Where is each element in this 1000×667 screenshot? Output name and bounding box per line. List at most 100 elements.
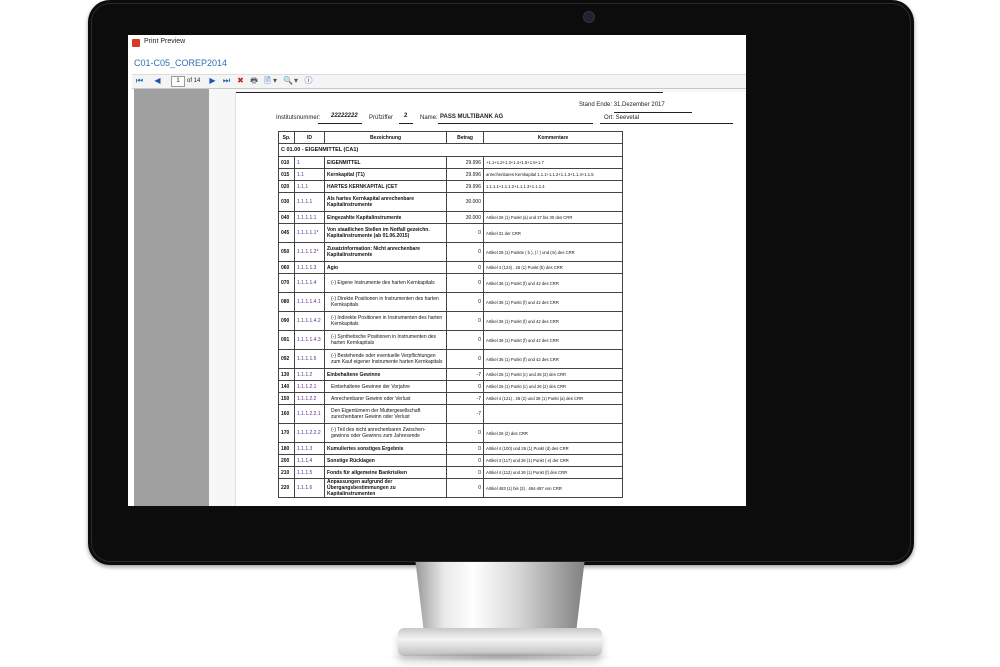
last-page-icon[interactable]: ⏭ xyxy=(222,76,231,86)
cell-betrag: 30.000 xyxy=(446,211,484,224)
toolbar: ⏮ ◀ 1 of 14 ▶ ⏭ ✖ 🖶 🗎 ▾ 🔍 ▾ ⓘ xyxy=(132,74,746,89)
table-row: 091 1.1.1.1.4.3 (-) Synthetische Positione… xyxy=(278,330,623,350)
zoom-icon[interactable]: 🔍 xyxy=(283,76,293,86)
document-title: C01-C05_COREP2014 xyxy=(134,58,228,68)
cell-bezeichnung: Kumuliertes sonstiges Ergebnis xyxy=(324,442,447,455)
cell-betrag: 0 xyxy=(446,478,484,498)
table-row: 070 1.1.1.1.4 (-) Eigene Instrumente des h… xyxy=(278,273,623,293)
cell-betrag: 0 xyxy=(446,311,484,331)
cell-sp: 210 xyxy=(278,466,295,479)
cell-id: 1.1.1.2.2 xyxy=(294,392,325,405)
table-row: 210 1.1.1.5 Fonds für allgemeine Bankrisik… xyxy=(278,466,623,479)
cell-sp: 180 xyxy=(278,442,295,455)
table-caption: C 01.00 - EIGENMITTEL (CA1) xyxy=(278,143,623,157)
cell-sp: 080 xyxy=(278,292,295,312)
cell-kommentar: Artikel 36 (1) Punkt (f) und 42 des CRR xyxy=(483,349,623,369)
cell-betrag: 0 xyxy=(446,242,484,262)
zoom-dropdown-icon[interactable]: ▾ xyxy=(293,76,299,86)
cell-sp: 130 xyxy=(278,368,295,381)
export-icon[interactable]: 🗎 xyxy=(263,76,272,86)
cell-sp: 030 xyxy=(278,192,295,212)
camera-icon xyxy=(583,11,595,23)
cell-sp: 050 xyxy=(278,242,295,262)
cell-bezeichnung: (-) Teil des nicht anrechenbaren Zwische… xyxy=(324,423,447,443)
export-dropdown-icon[interactable]: ▾ xyxy=(272,76,278,86)
cell-id: 1.1.1.2.2.2 xyxy=(294,423,325,443)
cell-sp: 040 xyxy=(278,211,295,224)
cell-bezeichnung: Als hartes Kernkapital anrechenbare Kapi… xyxy=(324,192,447,212)
cell-id: 1.1.1.1 xyxy=(294,192,325,212)
cell-bezeichnung: (-) Direkte Positionen in Instrumenten d… xyxy=(324,292,447,312)
cell-kommentar: Artikel 4 (112) und 26 (1) Punkt (f) des… xyxy=(483,466,623,479)
cell-betrag: 29.996 xyxy=(446,168,484,181)
cell-betrag: -7 xyxy=(446,392,484,405)
cell-kommentar: Artikel 36 (1) Punkt (f) und 42 des CRR xyxy=(483,292,623,312)
table-row: 015 1.1 Kernkapital (T1) 29.996 anrechenbare… xyxy=(278,168,623,181)
table-row: 060 1.1.1.1.3 Agio 0 Artikel 4 (124) , 26 (1… xyxy=(278,261,623,274)
cell-id: 1.1.1.4 xyxy=(294,454,325,467)
table-row: 180 1.1.1.3 Kumuliertes sonstiges Ergebnis… xyxy=(278,442,623,455)
table-row: 170 1.1.1.2.2.2 (-) Teil des nicht anreche… xyxy=(278,423,623,443)
header-betrag: Betrag xyxy=(446,131,484,144)
cell-betrag: 0 xyxy=(446,349,484,369)
cell-betrag: 29.996 xyxy=(446,180,484,193)
cell-id: 1.1.1 xyxy=(294,180,325,193)
table-row: 220 1.1.1.6 Anpassungen aufgrund der Überg… xyxy=(278,478,623,498)
cell-id: 1.1.1.6 xyxy=(294,478,325,498)
cell-betrag: 0 xyxy=(446,423,484,443)
previous-page-icon[interactable]: ◀ xyxy=(153,76,162,86)
cell-kommentar: Artikel 36 (1) Punkt (f) und 42 des CRR xyxy=(483,311,623,331)
cell-bezeichnung: Den Eigentümern der Muttergesellschaft z… xyxy=(324,404,447,424)
cell-sp: 060 xyxy=(278,261,295,274)
cell-bezeichnung: HARTES KERNKAPITAL (CET xyxy=(324,180,447,193)
window-title: Print Preview xyxy=(144,38,186,45)
cell-sp: 015 xyxy=(278,168,295,181)
page-number-input[interactable]: 1 xyxy=(171,76,185,87)
cell-id: 1.1.1.1.2* xyxy=(294,242,325,262)
table-row: 140 1.1.1.2.1 Einbehaltene Gewinne der Vor… xyxy=(278,380,623,393)
cell-id: 1.1.1.1.1 xyxy=(294,211,325,224)
thumbnail-panel[interactable] xyxy=(134,89,209,506)
cell-sp: 200 xyxy=(278,454,295,467)
cell-id: 1 xyxy=(294,156,325,169)
first-page-icon[interactable]: ⏮ xyxy=(135,76,144,86)
cell-sp: 220 xyxy=(278,478,295,498)
cell-betrag: 0 xyxy=(446,330,484,350)
table-row: 030 1.1.1.1 Als hartes Kernkapital anreche… xyxy=(278,192,623,212)
cell-bezeichnung: (-) Synthetische Positionen in Instrumen… xyxy=(324,330,447,350)
cell-id: 1.1 xyxy=(294,168,325,181)
cell-kommentar: Artikel 4 (100) und 26 (1) Punkt (d) des… xyxy=(483,442,623,455)
cell-bezeichnung: (-) Indirekte Positionen in Instrumenten… xyxy=(324,311,447,331)
cell-bezeichnung: (-) Eigene Instrumente des harten Kernka… xyxy=(324,273,447,293)
table-row: 050 1.1.1.1.2* Zusatzinformation: Nicht an… xyxy=(278,242,623,262)
cell-kommentar: Artikel 4 (124) , 26 (1) Punkt (b) des C… xyxy=(483,261,623,274)
cell-kommentar: +1.1+1.2+1.3+1.4+1.5+1.6+1.7 xyxy=(483,156,623,169)
pruefziffer-underline xyxy=(399,123,413,124)
close-preview-icon[interactable]: ✖ xyxy=(236,76,245,86)
cell-betrag: 0 xyxy=(446,292,484,312)
print-icon[interactable]: 🖶 xyxy=(249,76,259,86)
header-kommentare: Kommentare xyxy=(483,131,623,144)
cell-sp: 150 xyxy=(278,392,295,405)
institutsnummer-value: 22222222 xyxy=(331,113,358,119)
cell-sp: 092 xyxy=(278,349,295,369)
cell-kommentar: anrechenbares Kernkapital 1.1.1+1.1.2+1.… xyxy=(483,168,623,181)
cell-sp: 010 xyxy=(278,156,295,169)
cell-kommentar: Artikel 36 (1) Punkt (f) und 42 des CRR xyxy=(483,273,623,293)
cell-kommentar: 1.1.1.1+1.1.1.2+1.1.1.3+1.1.1.4 xyxy=(483,180,623,193)
cell-betrag: 0 xyxy=(446,442,484,455)
cell-sp: 140 xyxy=(278,380,295,393)
info-icon[interactable]: ⓘ xyxy=(304,76,313,86)
cell-bezeichnung: Kernkapital (T1) xyxy=(324,168,447,181)
cell-sp: 020 xyxy=(278,180,295,193)
cell-id: 1.1.1.5 xyxy=(294,466,325,479)
cell-sp: 070 xyxy=(278,273,295,293)
cell-sp: 045 xyxy=(278,223,295,243)
next-page-icon[interactable]: ▶ xyxy=(208,76,217,86)
cell-bezeichnung: Anrechenbarer Gewinn oder Verlust xyxy=(324,392,447,405)
cell-betrag: 29.996 xyxy=(446,156,484,169)
cell-kommentar: Artikel 26 (2) des CRR xyxy=(483,423,623,443)
pruefziffer-value: 2 xyxy=(404,113,408,119)
window-titlebar: Print Preview xyxy=(128,35,746,52)
stand-ende-underline xyxy=(614,112,692,113)
